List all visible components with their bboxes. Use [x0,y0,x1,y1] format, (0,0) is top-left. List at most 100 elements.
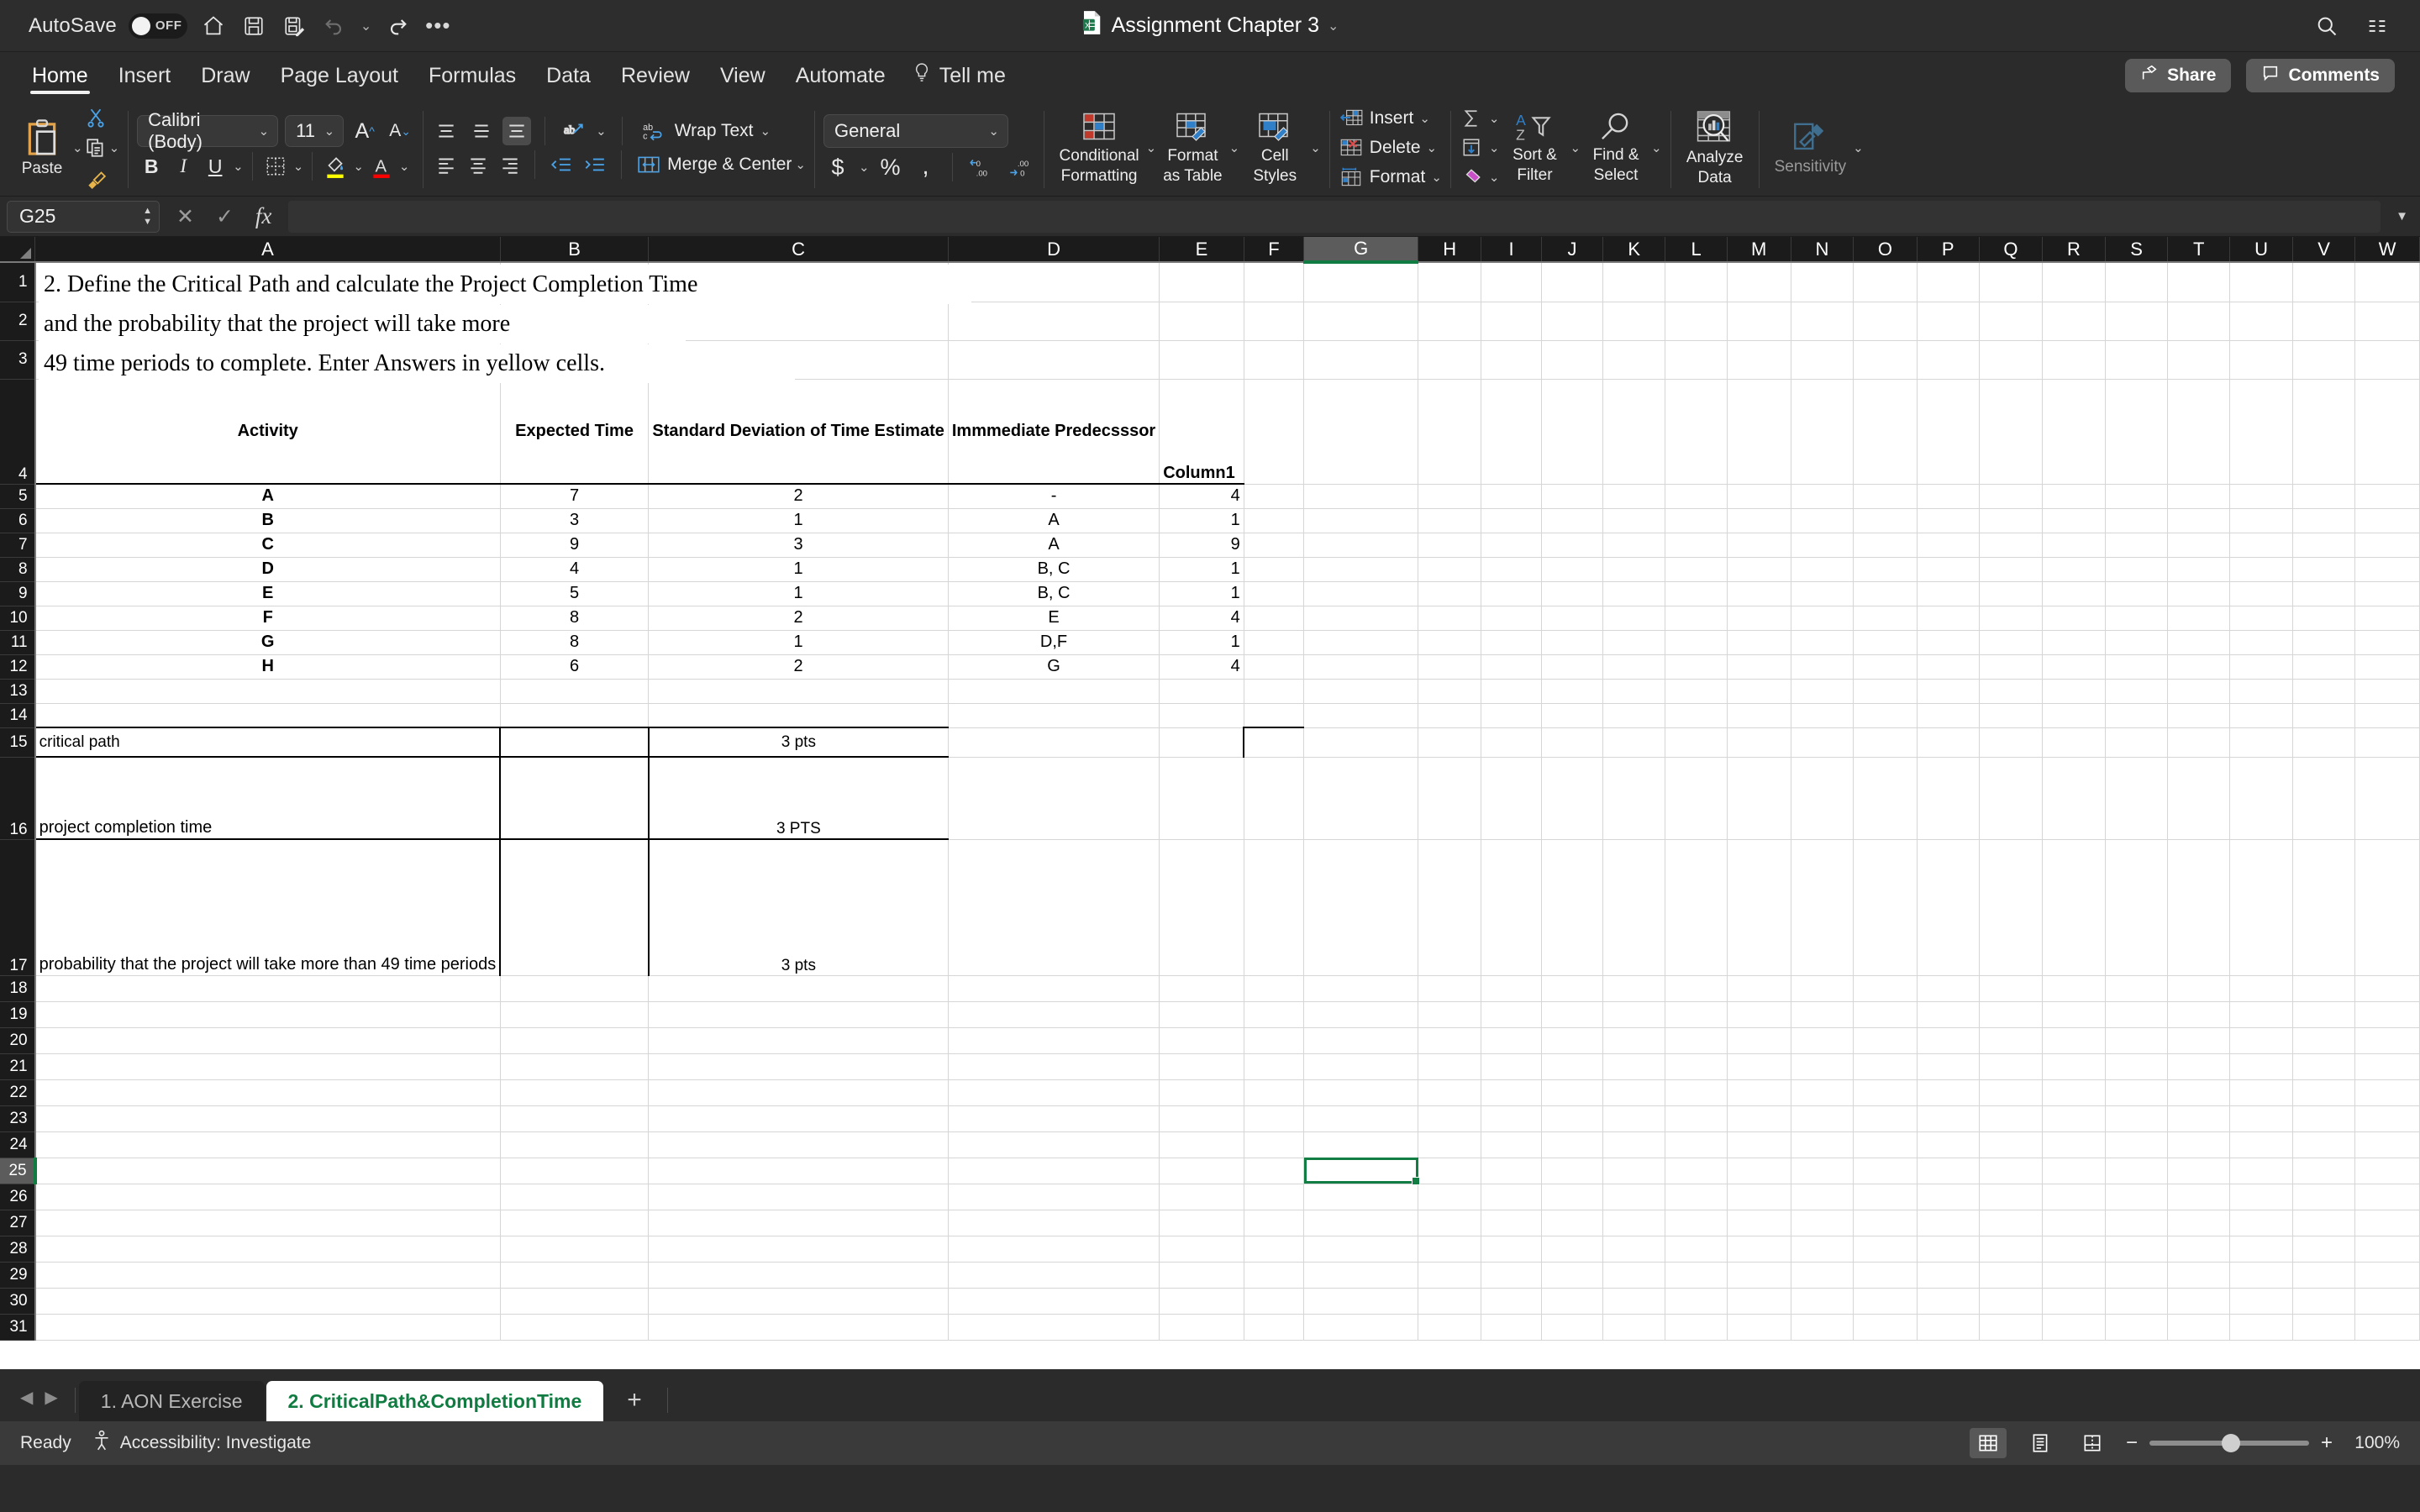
cell-T8[interactable] [2168,557,2230,581]
cell-Q8[interactable] [1979,557,2042,581]
cell-A30[interactable] [35,1288,501,1314]
cell-E31[interactable] [1160,1314,1244,1340]
cell-K16[interactable] [1603,757,1665,839]
cell-M16[interactable] [1727,757,1791,839]
cell-G12[interactable] [1304,654,1418,679]
cell-Q10[interactable] [1979,606,2042,630]
cell-V3[interactable] [2292,340,2354,379]
next-sheet-icon[interactable]: ▶ [45,1387,57,1408]
fill-dropdown-icon[interactable]: ⌄ [1489,140,1500,155]
cell-D24[interactable] [948,1131,1159,1158]
cell-F8[interactable] [1244,557,1303,581]
cell-Q22[interactable] [1979,1079,2042,1105]
cell-Q14[interactable] [1979,703,2042,727]
cell-R26[interactable] [2043,1184,2106,1210]
cell-D6[interactable]: A [948,508,1159,533]
cell-U7[interactable] [2230,533,2293,557]
column-header-C[interactable]: C [649,237,949,262]
cell-F27[interactable] [1244,1210,1303,1236]
cell-G28[interactable] [1304,1236,1418,1262]
cell-K24[interactable] [1603,1131,1665,1158]
cell-I24[interactable] [1481,1131,1542,1158]
cell-C17[interactable]: 3 pts [649,839,949,975]
tab-automate[interactable]: Automate [781,52,901,99]
cell-J31[interactable] [1542,1314,1603,1340]
cell-D31[interactable] [948,1314,1159,1340]
cell-K28[interactable] [1603,1236,1665,1262]
cell-L14[interactable] [1665,703,1727,727]
cell-A20[interactable] [35,1027,501,1053]
cell-S13[interactable] [2105,679,2167,703]
cell-V27[interactable] [2292,1210,2354,1236]
cell-A18[interactable] [35,975,501,1001]
cell-H14[interactable] [1418,703,1481,727]
row-header-12[interactable]: 12 [0,654,35,679]
cell-W19[interactable] [2355,1001,2420,1027]
cell-M8[interactable] [1727,557,1791,581]
cell-S15[interactable] [2105,727,2167,757]
cell-M9[interactable] [1727,581,1791,606]
cell-Q21[interactable] [1979,1053,2042,1079]
cell-N24[interactable] [1791,1131,1854,1158]
column-header-V[interactable]: V [2292,237,2354,262]
row-header-1[interactable]: 1 [0,262,35,302]
column-header-W[interactable]: W [2355,237,2420,262]
cell-L15[interactable] [1665,727,1727,757]
cell-O24[interactable] [1854,1131,1917,1158]
cell-A23[interactable] [35,1105,501,1131]
cell-S27[interactable] [2105,1210,2167,1236]
cell-S20[interactable] [2105,1027,2167,1053]
cell-E24[interactable] [1160,1131,1244,1158]
cell-V8[interactable] [2292,557,2354,581]
cell-S2[interactable] [2105,302,2167,340]
cell-S25[interactable] [2105,1158,2167,1184]
cell-P6[interactable] [1917,508,1979,533]
cell-P24[interactable] [1917,1131,1979,1158]
cell-F16[interactable] [1244,757,1303,839]
cell-G19[interactable] [1304,1001,1418,1027]
row-header-11[interactable]: 11 [0,630,35,654]
cell-G8[interactable] [1304,557,1418,581]
cell-A3-text[interactable]: 49 time periods to complete. Enter Answe… [39,344,795,383]
share-button[interactable]: Share [2125,59,2231,92]
cell-N1[interactable] [1791,262,1854,302]
cell-J14[interactable] [1542,703,1603,727]
cell-I18[interactable] [1481,975,1542,1001]
cell-B31[interactable] [500,1314,649,1340]
tab-page-layout[interactable]: Page Layout [266,52,413,99]
cell-K13[interactable] [1603,679,1665,703]
cell-O15[interactable] [1854,727,1917,757]
cell-T16[interactable] [2168,757,2230,839]
font-size-select[interactable]: 11 ⌄ [285,115,344,147]
cell-H25[interactable] [1418,1158,1481,1184]
row-header-16[interactable]: 16 [0,757,35,839]
column-header-T[interactable]: T [2168,237,2230,262]
cell-O22[interactable] [1854,1079,1917,1105]
cell-P7[interactable] [1917,533,1979,557]
row-header-8[interactable]: 8 [0,557,35,581]
cell-O23[interactable] [1854,1105,1917,1131]
tell-me-button[interactable]: Tell me [901,62,1018,90]
save-as-icon[interactable] [280,12,308,40]
cell-O11[interactable] [1854,630,1917,654]
cell-E16[interactable] [1160,757,1244,839]
cell-S9[interactable] [2105,581,2167,606]
cell-F2[interactable] [1244,302,1303,340]
cell-A14[interactable] [35,703,501,727]
cell-F17[interactable] [1244,839,1303,975]
cell-R27[interactable] [2043,1210,2106,1236]
cell-J1[interactable] [1542,262,1603,302]
cell-V25[interactable] [2292,1158,2354,1184]
paste-button[interactable]: Paste [12,118,72,178]
row-header-17[interactable]: 17 [0,839,35,975]
cell-V15[interactable] [2292,727,2354,757]
cell-V29[interactable] [2292,1262,2354,1288]
cell-O2[interactable] [1854,302,1917,340]
cell-F14[interactable] [1244,703,1303,727]
cell-C31[interactable] [649,1314,949,1340]
cell-Q7[interactable] [1979,533,2042,557]
cell-K5[interactable] [1603,484,1665,508]
sort-filter-dropdown-icon[interactable]: ⌄ [1570,140,1581,155]
cell-L27[interactable] [1665,1210,1727,1236]
cell-R6[interactable] [2043,508,2106,533]
